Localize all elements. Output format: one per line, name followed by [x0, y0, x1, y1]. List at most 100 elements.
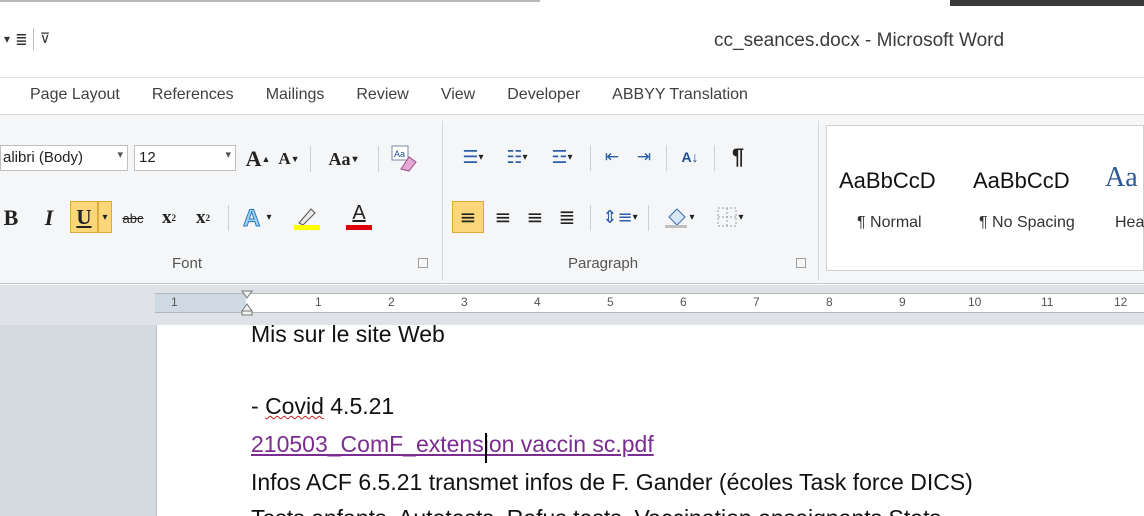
- tab-view[interactable]: View: [425, 80, 491, 114]
- font-color-bar: [346, 225, 372, 230]
- window-title: cc_seances.docx - Microsoft Word: [714, 30, 1005, 51]
- style-heading-sample[interactable]: Aa: [1105, 162, 1138, 194]
- grow-font-button[interactable]: A ▲: [244, 145, 272, 173]
- tab-references[interactable]: References: [136, 80, 250, 114]
- document-line: Mis sur le site Web: [251, 325, 445, 347]
- ruler-label: 4: [534, 295, 541, 309]
- text-effects-button[interactable]: A ▾: [236, 201, 278, 233]
- shading-button[interactable]: ▾: [656, 201, 702, 233]
- text-cursor: [485, 433, 487, 463]
- chevron-down-icon: ▾: [689, 211, 695, 223]
- chevron-down-icon[interactable]: ▾: [225, 148, 231, 161]
- ruler-label: 8: [826, 295, 833, 309]
- ruler-label: 7: [753, 295, 760, 309]
- tab-review[interactable]: Review: [340, 80, 424, 114]
- underline-button[interactable]: U: [70, 201, 98, 233]
- italic-button[interactable]: I: [36, 203, 62, 233]
- styles-gallery: AaBbCcD ¶ Normal AaBbCcD ¶ No Spacing Aa…: [826, 125, 1144, 271]
- ruler-label: 2: [388, 295, 395, 309]
- strikethrough-icon: abc: [122, 210, 144, 226]
- document-line: - Covid 4.5.21: [251, 393, 394, 420]
- tab-page-layout[interactable]: Page Layout: [0, 80, 136, 114]
- numbering-button[interactable]: ☷ ▾: [496, 143, 538, 171]
- change-case-button[interactable]: Aa ▾: [318, 145, 368, 173]
- chevron-down-icon: ▾: [102, 211, 108, 223]
- clear-formatting-button[interactable]: Aa: [384, 141, 424, 175]
- font-color-button[interactable]: A: [336, 199, 382, 233]
- underline-icon: U: [76, 204, 92, 229]
- toolbar-separator: [666, 145, 667, 171]
- superscript-button[interactable]: x2: [188, 203, 218, 233]
- tab-mailings[interactable]: Mailings: [250, 80, 341, 114]
- increase-indent-icon: ⇥: [636, 147, 652, 166]
- borders-button[interactable]: ▾: [708, 201, 752, 233]
- tab-developer[interactable]: Developer: [491, 80, 596, 114]
- style-normal-sample[interactable]: AaBbCcD: [839, 168, 936, 194]
- paragraph-dialog-launcher-icon[interactable]: [796, 258, 806, 268]
- align-icon[interactable]: ≣: [16, 29, 27, 50]
- font-group-label: Font: [172, 255, 203, 272]
- font-dialog-launcher-icon[interactable]: [418, 258, 428, 268]
- highlight-button[interactable]: [284, 201, 330, 233]
- font-size-combobox[interactable]: 12 ▾: [134, 145, 236, 171]
- justify-button[interactable]: ≣: [552, 201, 582, 233]
- toolbar-separator: [714, 145, 715, 171]
- ruler-left-margin: [155, 294, 246, 312]
- superscript-icon: x: [196, 207, 206, 228]
- bullets-icon: ☰: [462, 146, 479, 168]
- document-hyperlink[interactable]: 210503_ComF_extension vaccin sc.pdf: [251, 431, 654, 458]
- align-right-icon: ≡: [526, 205, 544, 229]
- text-effects-icon: A: [243, 205, 261, 231]
- ruler-label: 12: [1114, 295, 1128, 309]
- shrink-font-button[interactable]: A ▼: [276, 145, 302, 173]
- ruler-area: 1 1 2 3 4 5 6 7 8 9 10 11 12: [0, 285, 1144, 325]
- align-center-icon: ≡: [494, 205, 512, 229]
- toolbar-separator: [590, 205, 591, 231]
- style-no-spacing-name[interactable]: ¶ No Spacing: [979, 214, 1075, 232]
- style-no-spacing-sample[interactable]: AaBbCcD: [973, 168, 1070, 194]
- font-size-value: 12: [139, 149, 156, 166]
- show-marks-button[interactable]: ¶: [724, 143, 752, 171]
- underline-dropdown[interactable]: ▾: [98, 201, 112, 233]
- bold-icon: B: [3, 205, 19, 230]
- document-area: Mis sur le site Web - Covid 4.5.21 21050…: [0, 325, 1144, 516]
- style-heading-name[interactable]: Hea: [1115, 214, 1144, 232]
- subscript-button[interactable]: x2: [154, 203, 184, 233]
- chevron-down-icon[interactable]: ▾: [117, 148, 123, 161]
- highlight-color-bar: [294, 224, 320, 230]
- chevron-down-icon: ▾: [266, 211, 272, 223]
- document-page[interactable]: Mis sur le site Web - Covid 4.5.21 21050…: [156, 325, 1144, 516]
- align-center-button[interactable]: ≡: [488, 201, 518, 233]
- tab-abbyy-translation[interactable]: ABBYY Translation: [596, 80, 764, 114]
- ruler-label: 3: [461, 295, 468, 309]
- qat-separator: [32, 28, 34, 50]
- bullets-button[interactable]: ☰ ▾: [452, 143, 494, 171]
- title-bar: ▾ ≣ ⊽ cc_seances.docx - Microsoft Word: [0, 0, 1144, 78]
- font-color-icon: A: [352, 202, 366, 224]
- paint-bucket-icon: [665, 208, 688, 228]
- document-line: Infos ACF 6.5.21 transmet infos de F. Ga…: [251, 469, 973, 495]
- style-normal-name[interactable]: ¶ Normal: [857, 214, 922, 232]
- bold-button[interactable]: B: [0, 203, 22, 233]
- horizontal-ruler[interactable]: 1 1 2 3 4 5 6 7 8 9 10 11 12: [155, 290, 1144, 316]
- increase-indent-button[interactable]: ⇥: [630, 143, 658, 171]
- decrease-indent-button[interactable]: ⇤: [598, 143, 626, 171]
- sort-button[interactable]: A↓: [676, 143, 704, 171]
- strikethrough-button[interactable]: abc: [116, 203, 150, 233]
- window-top-edge: [0, 0, 1144, 6]
- highlighter-icon: [298, 207, 316, 225]
- svg-text:Aa: Aa: [394, 149, 405, 159]
- line-spacing-button[interactable]: ⇕≡ ▾: [598, 201, 642, 233]
- quick-access-toolbar: ▾ ≣ ⊽: [4, 28, 50, 50]
- font-name-combobox[interactable]: alibri (Body) ▾: [0, 145, 128, 171]
- customize-qat-icon[interactable]: ⊽: [40, 31, 50, 47]
- align-left-button[interactable]: ≡: [452, 201, 484, 233]
- multilevel-list-button[interactable]: ☲ ▾: [540, 143, 584, 171]
- justify-icon: ≣: [558, 205, 576, 229]
- ribbon-home: alibri (Body) ▾ 12 ▾ A ▲ A ▼ Aa ▾ Aa B I U …: [0, 114, 1144, 284]
- align-right-button[interactable]: ≡: [520, 201, 550, 233]
- line-spacing-icon: ⇕≡: [602, 206, 633, 228]
- qat-dropdown-icon[interactable]: ▾: [4, 32, 10, 46]
- indent-marker-icon[interactable]: [241, 290, 253, 316]
- borders-icon: [717, 207, 737, 227]
